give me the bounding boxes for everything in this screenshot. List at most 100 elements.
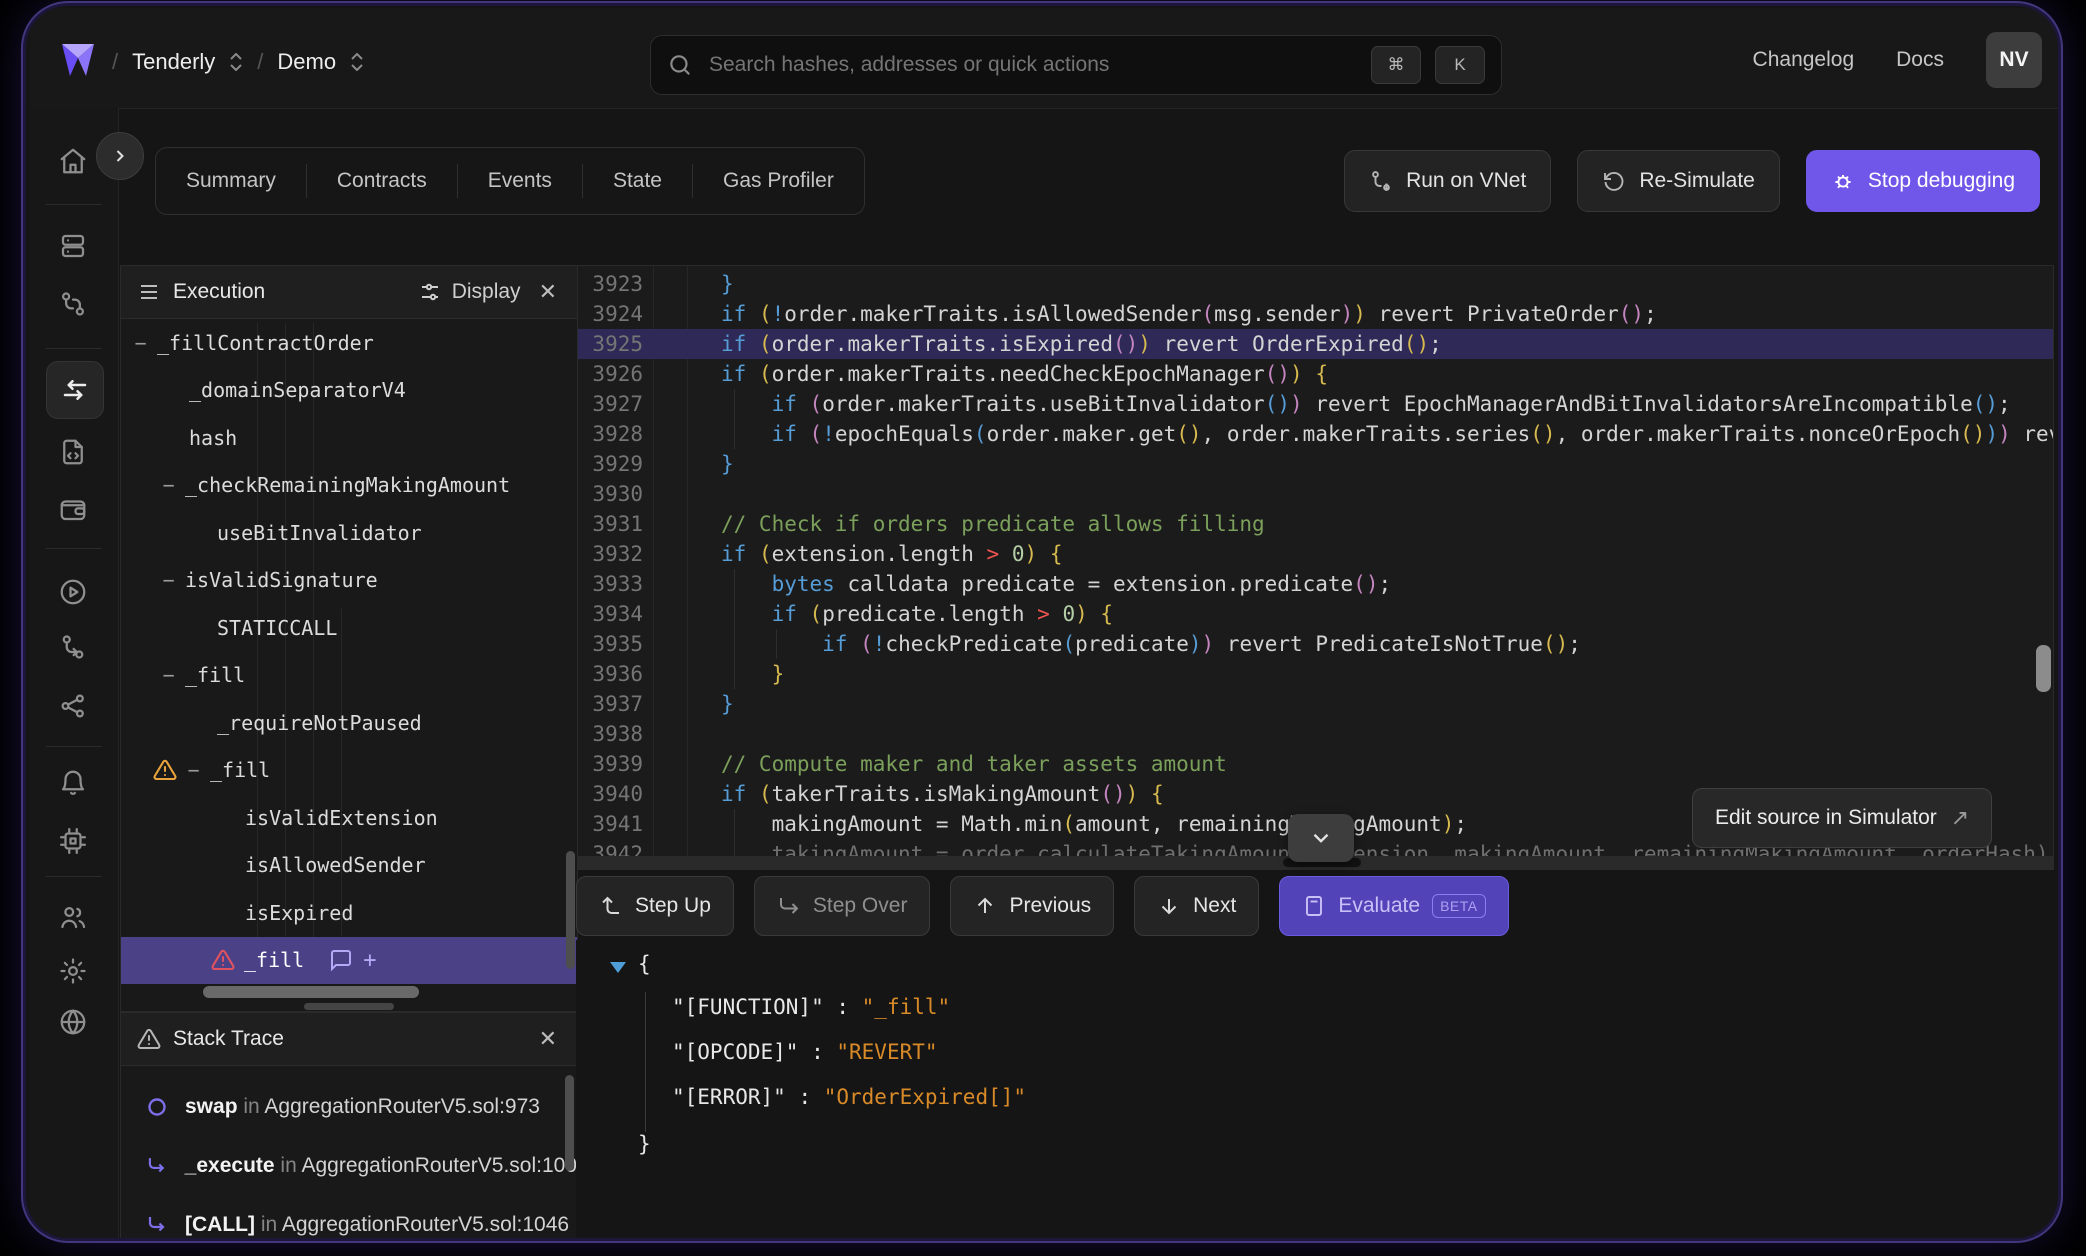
- sidebar-item-route-icon[interactable]: [58, 289, 90, 321]
- execution-tree-item[interactable]: STATICCALL: [121, 604, 577, 652]
- tab-contracts[interactable]: Contracts: [306, 164, 457, 198]
- execution-tree-item[interactable]: hash: [121, 414, 577, 462]
- collapse-icon[interactable]: −: [161, 568, 176, 592]
- docs-link[interactable]: Docs: [1896, 48, 1944, 72]
- line-number[interactable]: 3936: [585, 659, 643, 689]
- previous-button[interactable]: Previous: [950, 876, 1114, 936]
- code-line[interactable]: 3932if (extension.length > 0) {: [577, 539, 2053, 569]
- line-number[interactable]: 3938: [585, 719, 643, 749]
- tenderly-logo-icon[interactable]: [52, 34, 104, 86]
- sidebar-item-git-branch-icon[interactable]: [58, 632, 90, 664]
- line-number[interactable]: 3939: [585, 749, 643, 779]
- sidebar-item-wallet-icon[interactable]: [58, 494, 90, 526]
- execution-hscrollbar-thumb[interactable]: [203, 986, 419, 998]
- code-line[interactable]: 3924if (!order.makerTraits.isAllowedSend…: [577, 299, 2053, 329]
- display-button[interactable]: Display: [418, 280, 521, 304]
- step-up-button[interactable]: Step Up: [576, 876, 734, 936]
- breadcrumb-item-project[interactable]: Demo: [277, 49, 336, 75]
- global-search[interactable]: ⌘ K: [650, 35, 1502, 95]
- execution-tree-item[interactable]: _fill+: [121, 937, 577, 985]
- line-number[interactable]: 3930: [585, 479, 643, 509]
- code-line[interactable]: 3934 if (predicate.length > 0) {: [577, 599, 2053, 629]
- sidebar-item-play-circle-icon[interactable]: [58, 577, 90, 609]
- line-number[interactable]: 3934: [585, 599, 643, 629]
- execution-tree-item[interactable]: −_fill: [121, 652, 577, 700]
- vertical-scrollbar-thumb[interactable]: [2036, 645, 2051, 692]
- tab-state[interactable]: State: [582, 164, 692, 198]
- tab-events[interactable]: Events: [457, 164, 582, 198]
- line-number[interactable]: 3941: [585, 809, 643, 839]
- sidebar-item-server-icon[interactable]: [58, 231, 90, 263]
- user-avatar[interactable]: NV: [1986, 32, 2042, 88]
- breadcrumb-item-org[interactable]: Tenderly: [132, 49, 215, 75]
- sidebar-item-users-icon[interactable]: [58, 902, 90, 934]
- sidebar-item-swap-icon[interactable]: [46, 361, 104, 419]
- sidebar-item-home-icon[interactable]: [58, 146, 90, 178]
- line-number[interactable]: 3940: [585, 779, 643, 809]
- edit-source-button[interactable]: Edit source in Simulator ↗: [1692, 788, 1992, 848]
- code-line[interactable]: 3939// Compute maker and taker assets am…: [577, 749, 2053, 779]
- code-line[interactable]: 3937}: [577, 689, 2053, 719]
- stack-trace-item[interactable]: [CALL] in AggregationRouterV5.sol:1046: [121, 1205, 577, 1238]
- add-comment-icon[interactable]: +: [363, 948, 376, 973]
- line-number[interactable]: 3933: [585, 569, 643, 599]
- next-button[interactable]: Next: [1134, 876, 1259, 936]
- execution-tree-item[interactable]: isAllowedSender: [121, 842, 577, 890]
- search-input[interactable]: [707, 52, 1357, 78]
- line-number[interactable]: 3925: [585, 329, 643, 359]
- scroll-down-button[interactable]: [1288, 814, 1354, 862]
- execution-vscrollbar-thumb[interactable]: [566, 851, 575, 969]
- code-line[interactable]: 3930: [577, 479, 2053, 509]
- code-line[interactable]: 3929}: [577, 449, 2053, 479]
- sidebar-expand-button[interactable]: [96, 132, 144, 180]
- line-number[interactable]: 3931: [585, 509, 643, 539]
- execution-tree-item[interactable]: −_fillContractOrder: [121, 319, 577, 367]
- line-number[interactable]: 3935: [585, 629, 643, 659]
- line-number[interactable]: 3924: [585, 299, 643, 329]
- execution-tree-item[interactable]: _requireNotPaused: [121, 699, 577, 747]
- sidebar-item-bell-icon[interactable]: [58, 768, 90, 800]
- org-switcher-chevron-icon[interactable]: [229, 53, 243, 71]
- collapse-icon[interactable]: −: [161, 663, 176, 687]
- stop-debugging-button[interactable]: Stop debugging: [1806, 150, 2040, 212]
- code-line[interactable]: 3927 if (order.makerTraits.useBitInvalid…: [577, 389, 2053, 419]
- execution-tree-item[interactable]: −_fill: [121, 747, 577, 795]
- stack-vscrollbar-thumb[interactable]: [565, 1075, 574, 1171]
- execution-tree-item[interactable]: −_checkRemainingMakingAmount: [121, 462, 577, 510]
- line-number[interactable]: 3932: [585, 539, 643, 569]
- code-line[interactable]: 3926if (order.makerTraits.needCheckEpoch…: [577, 359, 2053, 389]
- evaluate-button[interactable]: Evaluate BETA: [1279, 876, 1508, 936]
- collapse-icon[interactable]: −: [186, 758, 201, 782]
- collapse-icon[interactable]: −: [161, 473, 176, 497]
- line-number[interactable]: 3928: [585, 419, 643, 449]
- comment-icon[interactable]: [329, 948, 353, 972]
- code-line[interactable]: 3925if (order.makerTraits.isExpired()) r…: [577, 329, 2053, 359]
- sidebar-item-share-nodes-icon[interactable]: [58, 691, 90, 723]
- code-editor[interactable]: 3923}3924if (!order.makerTraits.isAllowe…: [576, 265, 2054, 870]
- execution-tree-item[interactable]: _domainSeparatorV4: [121, 367, 577, 415]
- code-line[interactable]: 3936 }: [577, 659, 2053, 689]
- line-number[interactable]: 3927: [585, 389, 643, 419]
- code-line[interactable]: 3935 if (!checkPredicate(predicate)) rev…: [577, 629, 2053, 659]
- stack-trace-item[interactable]: _execute in AggregationRouterV5.sol:100: [121, 1146, 577, 1186]
- code-line[interactable]: 3933 bytes calldata predicate = extensio…: [577, 569, 2053, 599]
- collapse-icon[interactable]: −: [133, 331, 148, 355]
- sidebar-item-globe-icon[interactable]: [58, 1007, 90, 1039]
- execution-tree-item[interactable]: useBitInvalidator: [121, 509, 577, 557]
- line-number[interactable]: 3937: [585, 689, 643, 719]
- code-line[interactable]: 3931// Check if orders predicate allows …: [577, 509, 2053, 539]
- execution-tree-item[interactable]: isExpired: [121, 889, 577, 937]
- line-number[interactable]: 3929: [585, 449, 643, 479]
- line-number[interactable]: 3923: [585, 269, 643, 299]
- close-icon[interactable]: ✕: [535, 277, 561, 307]
- line-number[interactable]: 3926: [585, 359, 643, 389]
- panel-resize-grip[interactable]: [304, 1003, 394, 1010]
- sidebar-item-gear-icon[interactable]: [58, 956, 90, 988]
- re-simulate-button[interactable]: Re-Simulate: [1577, 150, 1780, 212]
- sidebar-item-contract-file-icon[interactable]: [58, 437, 90, 469]
- stack-trace-item[interactable]: swap in AggregationRouterV5.sol:973: [121, 1087, 577, 1127]
- sidebar-item-chip-icon[interactable]: [58, 826, 90, 858]
- project-switcher-chevron-icon[interactable]: [350, 53, 364, 71]
- tab-gas-profiler[interactable]: Gas Profiler: [692, 164, 864, 198]
- code-line[interactable]: 3923}: [577, 269, 2053, 299]
